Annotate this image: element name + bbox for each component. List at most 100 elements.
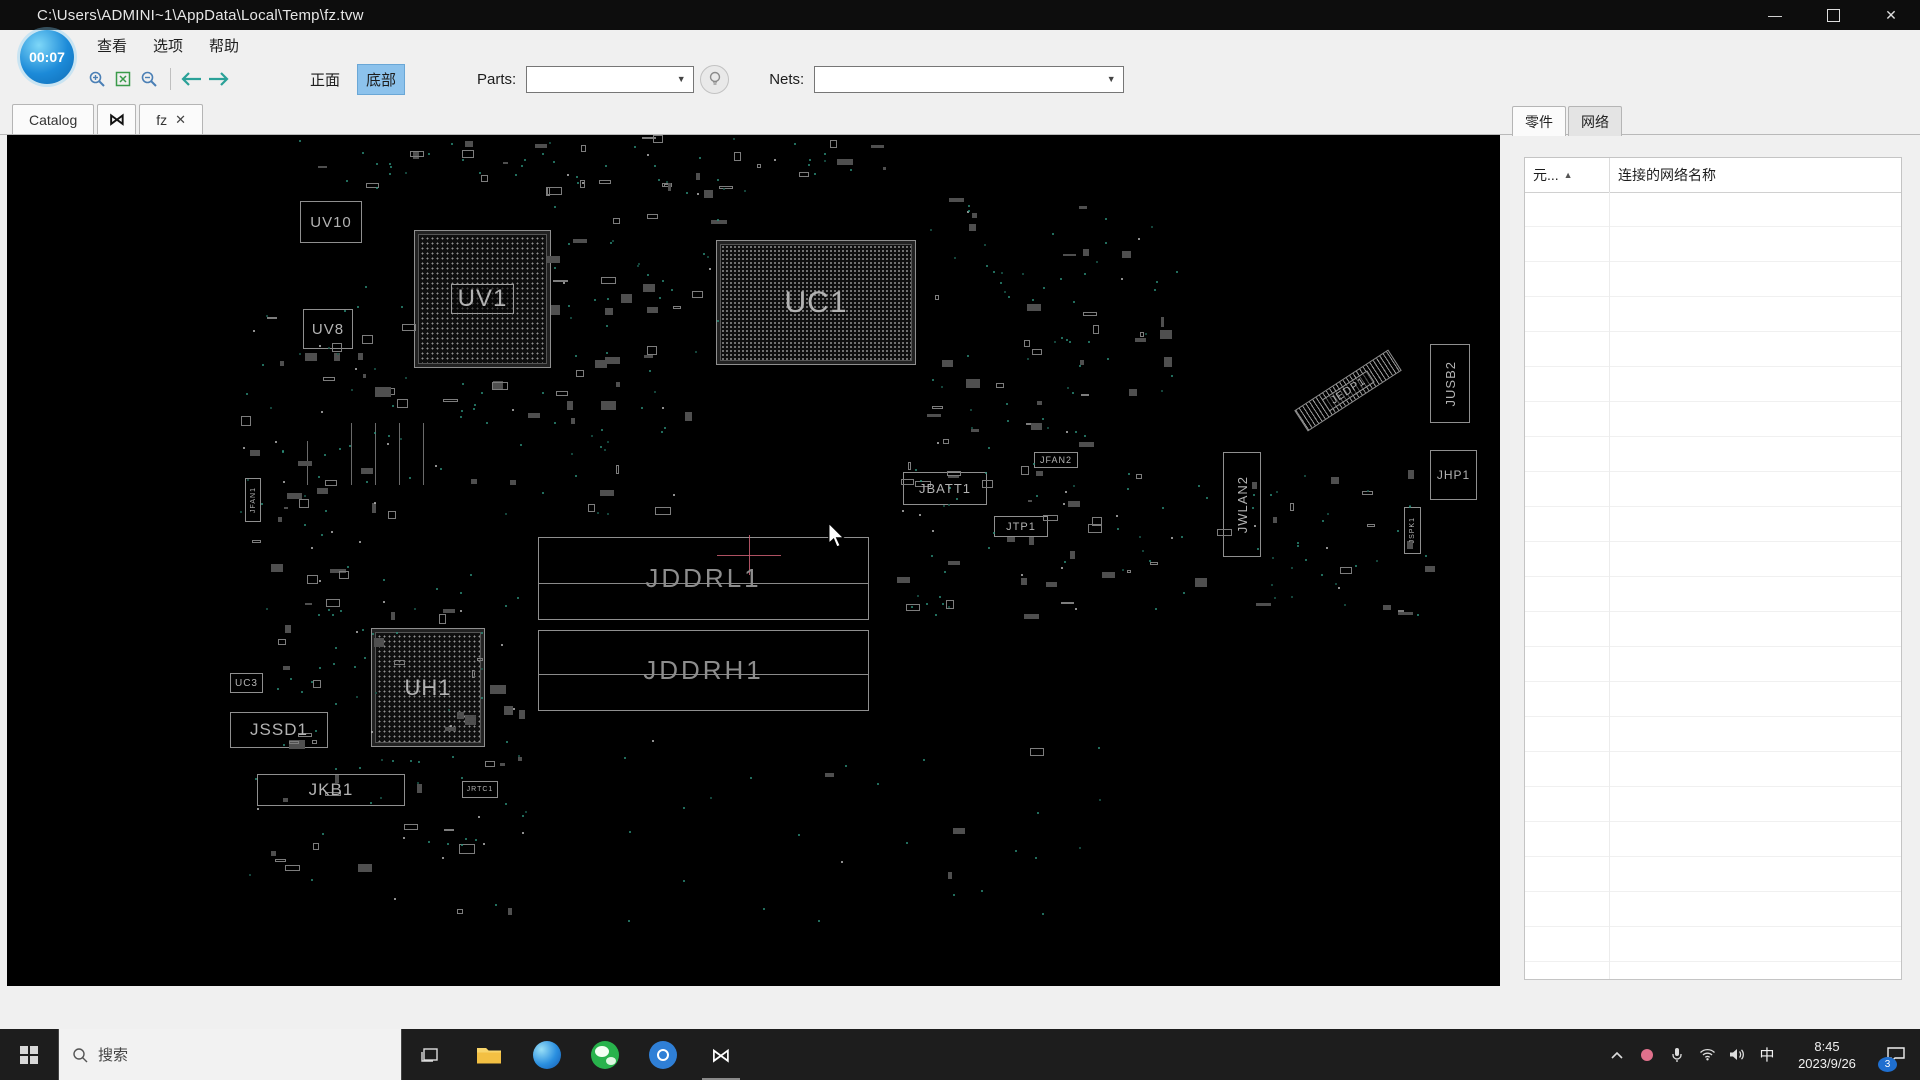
network-tray-button[interactable] — [1692, 1029, 1722, 1080]
back-icon[interactable] — [179, 66, 205, 92]
bottom-side-button[interactable]: 底部 — [357, 64, 405, 95]
board-component-jddrh1[interactable]: JDDRH1 — [538, 630, 869, 711]
tray-expand-button[interactable] — [1602, 1029, 1632, 1080]
table-row[interactable] — [1525, 857, 1901, 892]
forward-icon[interactable] — [205, 66, 231, 92]
zoom-in-icon[interactable] — [84, 66, 110, 92]
tab-nets-panel[interactable]: 网络 — [1568, 106, 1622, 136]
column-component[interactable]: 元... ▲ — [1525, 158, 1610, 192]
table-row[interactable] — [1525, 542, 1901, 577]
tab-fz[interactable]: fz ✕ — [139, 104, 203, 134]
zoom-out-icon[interactable] — [136, 66, 162, 92]
file-explorer-button[interactable] — [460, 1029, 518, 1080]
board-part — [313, 843, 319, 850]
table-row[interactable] — [1525, 647, 1901, 682]
board-via-dot — [576, 176, 578, 178]
tab-app-icon[interactable]: ⋈ — [97, 104, 136, 134]
close-button[interactable]: ✕ — [1862, 0, 1920, 30]
board-via-dot — [1022, 273, 1024, 275]
menu-view[interactable]: 查看 — [84, 35, 140, 56]
table-row[interactable] — [1525, 332, 1901, 367]
table-row[interactable] — [1525, 402, 1901, 437]
recorder-button[interactable] — [634, 1029, 692, 1080]
table-row[interactable] — [1525, 682, 1901, 717]
board-component-jtp1[interactable]: JTP1 — [994, 516, 1048, 537]
board-via-dot — [1006, 403, 1008, 405]
task-view-button[interactable] — [402, 1029, 460, 1080]
board-component-uc3[interactable]: UC3 — [230, 673, 263, 693]
board-component-jedp1[interactable]: JEDP1 — [1294, 350, 1402, 432]
input-language-indicator[interactable]: 中 — [1752, 1029, 1782, 1080]
tab-parts-panel[interactable]: 零件 — [1512, 106, 1566, 136]
board-via-dot — [324, 454, 326, 456]
board-component-jwlan2[interactable]: JWLAN2 — [1223, 452, 1261, 557]
table-row[interactable] — [1525, 822, 1901, 857]
table-row[interactable] — [1525, 227, 1901, 262]
table-row[interactable] — [1525, 192, 1901, 227]
board-via-dot — [522, 832, 524, 834]
taskbar-clock[interactable]: 8:45 2023/9/26 — [1782, 1038, 1872, 1072]
board-component-uc1[interactable]: UC1 — [716, 240, 916, 365]
board-via-dot — [247, 479, 249, 481]
board-via-dot — [1001, 272, 1003, 274]
board-via-dot — [612, 240, 614, 242]
table-row[interactable] — [1525, 927, 1901, 962]
board-component-jhp1[interactable]: JHP1 — [1430, 450, 1477, 500]
table-row[interactable] — [1525, 437, 1901, 472]
action-center-button[interactable]: 3 — [1872, 1029, 1920, 1080]
board-component-jbatt1[interactable]: JBATT1 — [903, 472, 987, 505]
board-component-jkb1[interactable]: JKB1 — [257, 774, 405, 806]
menu-options[interactable]: 选项 — [140, 35, 196, 56]
table-row[interactable] — [1525, 962, 1901, 979]
board-canvas[interactable]: UV10 UV1 UV8 UC1 JBATT1 JFAN2 JTP1 JWLAN2 JUSB2 J… — [7, 135, 1500, 986]
board-component-uv8[interactable]: UV8 — [303, 309, 353, 349]
column-nets[interactable]: 连接的网络名称 — [1610, 165, 1716, 185]
table-row[interactable] — [1525, 577, 1901, 612]
board-part — [949, 198, 964, 202]
table-row[interactable] — [1525, 262, 1901, 297]
board-component-uv10[interactable]: UV10 — [300, 201, 362, 243]
board-via-dot — [1297, 545, 1299, 547]
start-button[interactable] — [0, 1029, 58, 1080]
microphone-tray-button[interactable] — [1662, 1029, 1692, 1080]
boardviewer-app-button[interactable]: ⋈ — [692, 1029, 750, 1080]
taskbar-search[interactable]: 搜索 — [58, 1029, 402, 1080]
table-row[interactable] — [1525, 717, 1901, 752]
table-row[interactable] — [1525, 507, 1901, 542]
front-side-button[interactable]: 正面 — [301, 64, 349, 95]
board-component-jfan2[interactable]: JFAN2 — [1034, 452, 1078, 468]
board-component-jrtc1[interactable]: JRTC1 — [462, 781, 498, 798]
parts-select[interactable]: ▼ — [526, 66, 694, 93]
edge-button[interactable] — [518, 1029, 576, 1080]
highlight-bulb-button[interactable] — [700, 65, 729, 94]
board-component-jddrl1[interactable]: JDDRL1 — [538, 537, 869, 620]
board-via-dot — [567, 174, 569, 176]
minimize-button[interactable]: — — [1746, 0, 1804, 30]
board-part — [643, 284, 655, 292]
board-via-dot — [542, 492, 544, 494]
board-via-dot — [356, 631, 358, 633]
board-component-uh1[interactable]: UH1 — [371, 628, 485, 747]
board-component-uv1[interactable]: UV1 — [414, 230, 551, 368]
wechat-button[interactable] — [576, 1029, 634, 1080]
table-row[interactable] — [1525, 612, 1901, 647]
zoom-fit-icon[interactable] — [110, 66, 136, 92]
table-row[interactable] — [1525, 752, 1901, 787]
table-row[interactable] — [1525, 787, 1901, 822]
board-via-dot — [1181, 536, 1183, 538]
table-row[interactable] — [1525, 297, 1901, 332]
table-row[interactable] — [1525, 472, 1901, 507]
menu-help[interactable]: 帮助 — [196, 35, 252, 56]
table-row[interactable] — [1525, 367, 1901, 402]
board-component-jfan1[interactable]: JFAN1 — [245, 478, 261, 522]
volume-tray-button[interactable] — [1722, 1029, 1752, 1080]
tab-close-icon[interactable]: ✕ — [175, 112, 186, 128]
table-row[interactable] — [1525, 892, 1901, 927]
nets-select[interactable]: ▼ — [814, 66, 1124, 93]
board-component-jusb2[interactable]: JUSB2 — [1430, 344, 1470, 423]
board-via-dot — [1116, 515, 1118, 517]
maximize-button[interactable] — [1804, 0, 1862, 30]
board-via-dot — [522, 815, 524, 817]
tray-app-button[interactable] — [1632, 1029, 1662, 1080]
tab-catalog[interactable]: Catalog — [12, 104, 94, 134]
